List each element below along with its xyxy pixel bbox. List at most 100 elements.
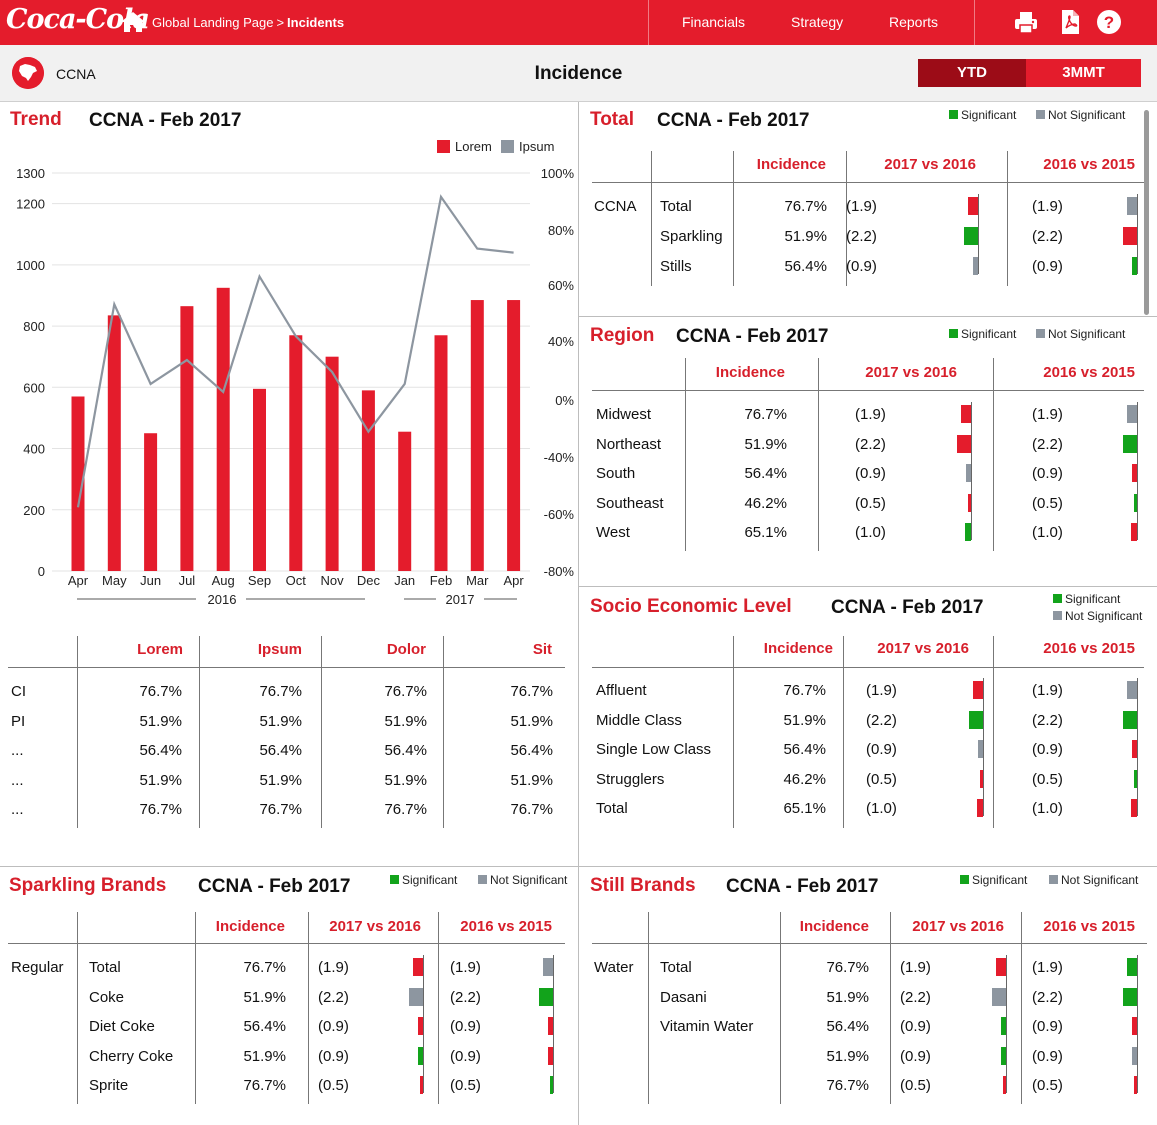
toggle-ytd[interactable]: YTD xyxy=(918,59,1026,87)
sel-subtitle: CCNA - Feb 2017 xyxy=(831,597,984,618)
legend-label: Not Significant xyxy=(1065,609,1143,623)
significance-bar xyxy=(418,1017,423,1035)
y-tick-label: 800 xyxy=(23,319,45,334)
row-label: Southeast xyxy=(596,494,664,512)
significance-bar xyxy=(1132,1046,1137,1065)
row-label: Vitamin Water xyxy=(660,1018,754,1035)
incidence-value: 56.4% xyxy=(826,1018,869,1035)
table-divider xyxy=(1021,912,1022,1104)
bar-lorem xyxy=(325,356,339,571)
col-header: 2016 vs 2015 xyxy=(1043,640,1135,657)
x-tick-label: Apr xyxy=(503,573,524,588)
total-title: Total xyxy=(590,109,634,130)
change-value: (0.5) xyxy=(1032,1077,1063,1094)
significance-bar xyxy=(1132,740,1137,758)
incidence-value: 51.9% xyxy=(784,228,827,245)
significance-bar xyxy=(1127,405,1137,423)
significance-bar xyxy=(1123,227,1137,245)
row-label: CI xyxy=(11,683,26,700)
significance-bar xyxy=(550,1076,553,1094)
legend-significant: Significant xyxy=(949,327,1016,341)
toggle-3mmt[interactable]: 3MMT xyxy=(1026,59,1141,87)
group-label: CCNA xyxy=(594,198,637,215)
y-tick-label: 600 xyxy=(23,380,45,395)
change-value: (0.9) xyxy=(1032,258,1063,275)
row-label: Middle Class xyxy=(596,711,682,729)
change-value: (0.9) xyxy=(318,1047,349,1065)
bar-lorem xyxy=(507,300,521,571)
table-cell: 76.7% xyxy=(139,683,182,700)
significance-bar xyxy=(1127,197,1137,215)
change-value: (0.5) xyxy=(866,770,897,788)
nav-divider xyxy=(648,0,649,45)
group-label: Water xyxy=(594,959,634,976)
table-cell: 56.4% xyxy=(384,742,427,759)
pdf-icon[interactable] xyxy=(1057,9,1083,35)
incidence-value: 46.2% xyxy=(783,770,826,788)
y2-tick-label: -40% xyxy=(544,450,575,465)
bar-lorem xyxy=(216,287,230,571)
change-value: (0.5) xyxy=(1032,494,1063,512)
x-tick-label: Apr xyxy=(68,573,89,588)
significance-bar xyxy=(418,1046,423,1065)
year-group-label: 2016 xyxy=(208,592,237,607)
still-title: Still Brands xyxy=(590,875,696,896)
nav-reports[interactable]: Reports xyxy=(889,14,938,30)
change-value: (1.9) xyxy=(450,959,481,976)
significance-bar xyxy=(1001,1046,1006,1065)
change-value: (0.5) xyxy=(318,1077,349,1094)
y2-tick-label: 60% xyxy=(548,278,574,293)
scrollbar[interactable] xyxy=(1144,110,1149,315)
breadcrumb-current: Incidents xyxy=(287,15,345,30)
table-cell: 51.9% xyxy=(510,712,553,730)
table-divider xyxy=(648,912,649,1104)
legend-label: Not Significant xyxy=(1061,873,1139,887)
row-label: Stills xyxy=(660,258,692,275)
table-cell: 51.9% xyxy=(384,712,427,730)
significance-bar xyxy=(539,987,553,1006)
table-divider xyxy=(308,912,309,1104)
significance-bar xyxy=(978,740,983,758)
not-significant-swatch xyxy=(1036,329,1045,338)
bar-axis xyxy=(423,955,424,1093)
home-icon[interactable] xyxy=(120,10,146,34)
row-label: Total xyxy=(660,198,692,215)
trend-title: Trend xyxy=(10,109,62,130)
significance-bar xyxy=(1132,1017,1137,1035)
col-header: 2017 vs 2016 xyxy=(912,918,1004,935)
bar-lorem xyxy=(470,300,484,571)
significance-bar xyxy=(980,769,983,788)
legend-swatch-ipsum xyxy=(501,140,514,153)
significance-bar xyxy=(977,799,983,817)
panel-divider xyxy=(578,316,1157,317)
x-tick-label: Feb xyxy=(430,573,452,588)
bar-lorem xyxy=(361,390,375,571)
col-header: Incidence xyxy=(756,156,826,173)
change-value: (0.9) xyxy=(900,1018,931,1035)
col-header-sit: Sit xyxy=(532,641,552,658)
nav-strategy[interactable]: Strategy xyxy=(791,14,843,30)
table-cell: 76.7% xyxy=(510,683,553,700)
significance-bar xyxy=(965,523,971,541)
table-cell: 51.9% xyxy=(139,771,182,789)
incidence-value: 76.7% xyxy=(826,1077,869,1094)
not-significant-swatch xyxy=(478,875,487,884)
breadcrumb-home[interactable]: Global Landing Page xyxy=(152,15,273,30)
print-icon[interactable] xyxy=(1013,9,1039,35)
x-tick-label: Nov xyxy=(321,573,345,588)
row-label: Cherry Coke xyxy=(89,1047,174,1065)
significance-bar xyxy=(973,257,978,275)
help-icon[interactable]: ? xyxy=(1096,9,1122,35)
row-label: Total xyxy=(660,959,692,976)
table-divider xyxy=(685,358,686,551)
x-tick-label: Jun xyxy=(140,573,161,588)
table-row: CI 76.7% 76.7% 76.7% 76.7% xyxy=(0,683,578,705)
nav-financials[interactable]: Financials xyxy=(682,14,745,30)
bar-axis xyxy=(971,402,972,540)
legend-significant: Significant xyxy=(1053,592,1120,606)
change-value: (0.9) xyxy=(1032,741,1063,758)
significant-swatch xyxy=(949,329,958,338)
legend-significant: Significant xyxy=(960,873,1027,887)
top-bar: Coca-Cola Global Landing Page > Incidents … xyxy=(0,0,1157,45)
incidence-value: 76.7% xyxy=(784,198,827,215)
